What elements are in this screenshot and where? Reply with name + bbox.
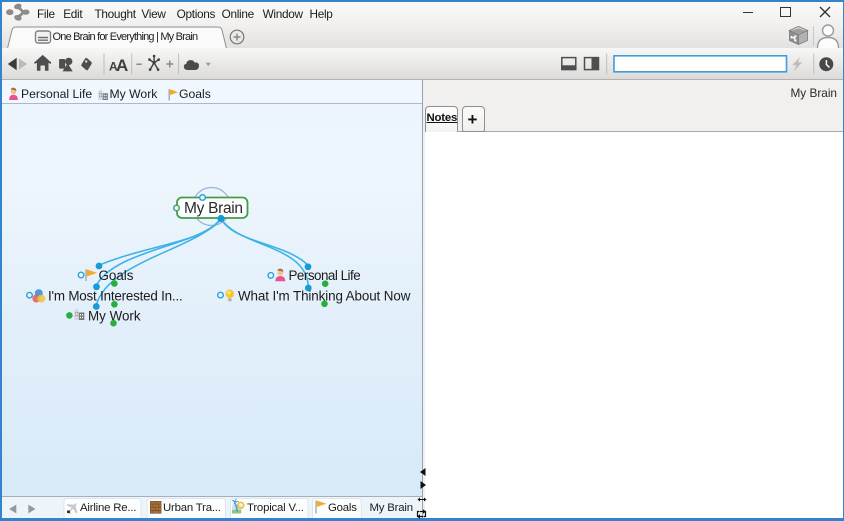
- svg-text:My Brain: My Brain: [184, 200, 243, 217]
- svg-text:A: A: [116, 56, 128, 75]
